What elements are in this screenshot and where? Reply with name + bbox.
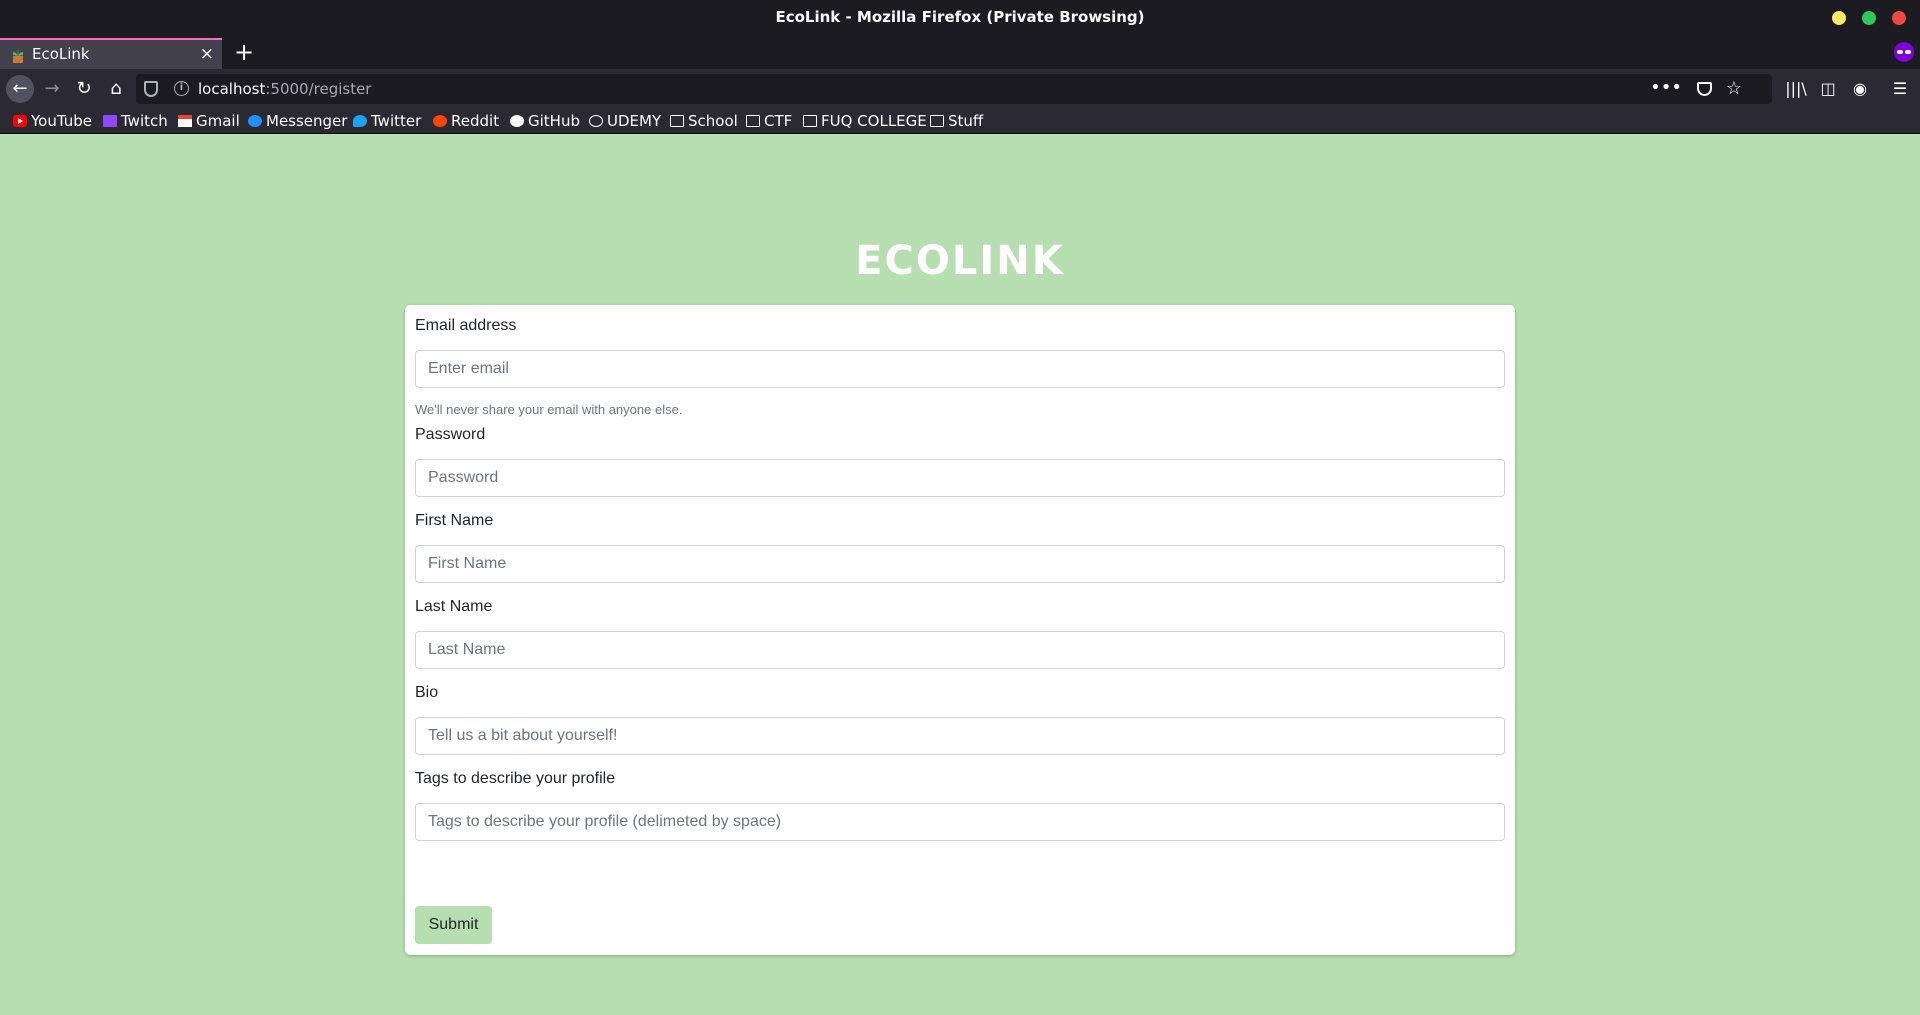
folder-icon [930,115,944,127]
twitter-icon [353,115,367,127]
bookmarks-toolbar: YouTube Twitch Gmail Messenger Twitter R… [0,109,1920,134]
bio-label: Bio [415,684,439,701]
bio-input[interactable] [415,717,1505,755]
maximize-button[interactable] [1862,11,1876,25]
pocket-icon[interactable] [1697,82,1712,96]
first-name-label: First Name [415,512,494,529]
tab-ecolink[interactable]: EcoLink × [0,38,222,70]
url-host: localhost [198,80,266,98]
password-group: Password [415,426,1505,501]
sidebar-icon[interactable]: ◫ [1814,75,1842,103]
email-help-text: We'll never share your email with anyone… [415,402,683,417]
email-label: Email address [415,317,517,334]
close-tab-icon[interactable]: × [200,40,214,69]
reddit-icon [433,115,447,127]
globe-icon [589,115,603,127]
plant-favicon-icon [12,50,24,63]
close-window-button[interactable] [1892,11,1906,25]
tags-group: Tags to describe your profile [415,770,1505,845]
tags-input[interactable] [415,803,1505,841]
first-name-group: First Name [415,512,1505,587]
private-browsing-icon [1894,42,1914,62]
ecolink-logo: ECOLINK [855,238,1065,284]
github-icon [510,115,524,127]
folder-icon [803,115,817,127]
folder-icon [746,115,760,127]
last-name-group: Last Name [415,598,1505,673]
folder-icon [670,115,684,127]
navigation-toolbar: ← → ↻ ⌂ i localhost:5000/register ••• ☆ … [0,69,1920,109]
window-titlebar: EcoLink - Mozilla Firefox (Private Brows… [0,0,1920,35]
reload-button[interactable]: ↻ [70,75,98,103]
tab-title: EcoLink [32,45,90,63]
password-label: Password [415,426,486,443]
password-input[interactable] [415,459,1505,497]
new-tab-button[interactable]: + [230,38,258,66]
tags-label: Tags to describe your profile [415,770,616,787]
library-icon[interactable]: |||\ [1782,75,1810,103]
bio-group: Bio [415,684,1505,759]
gmail-icon [178,115,192,127]
page-actions-icon[interactable]: ••• [1650,74,1682,102]
last-name-label: Last Name [415,598,493,615]
url-text[interactable]: localhost:5000/register [198,74,371,104]
site-info-icon[interactable]: i [174,81,189,96]
submit-button[interactable]: Submit [415,906,492,944]
minimize-button[interactable] [1832,11,1846,25]
bookmark-star-icon[interactable]: ☆ [1726,74,1742,104]
app-menu-icon[interactable]: ☰ [1886,75,1914,103]
twitch-icon [103,115,117,127]
window-title: EcoLink - Mozilla Firefox (Private Brows… [775,8,1145,26]
home-button[interactable]: ⌂ [102,75,130,103]
tracking-protection-shield-icon[interactable] [144,81,158,97]
youtube-icon [13,115,27,127]
last-name-input[interactable] [415,631,1505,669]
page-content: ECOLINK Email address We'll never share … [0,134,1920,1015]
forward-button[interactable]: → [38,75,66,103]
messenger-icon [248,115,262,127]
account-icon[interactable]: ◉ [1846,75,1874,103]
url-path: :5000/register [265,80,372,98]
first-name-input[interactable] [415,545,1505,583]
email-group: Email address We'll never share your ema… [415,317,1505,417]
url-bar[interactable]: i localhost:5000/register ••• ☆ [136,74,1772,104]
back-button[interactable]: ← [6,75,34,103]
register-form-card: Email address We'll never share your ema… [405,305,1515,955]
tab-strip: EcoLink × + [0,35,1920,70]
email-input[interactable] [415,350,1505,388]
